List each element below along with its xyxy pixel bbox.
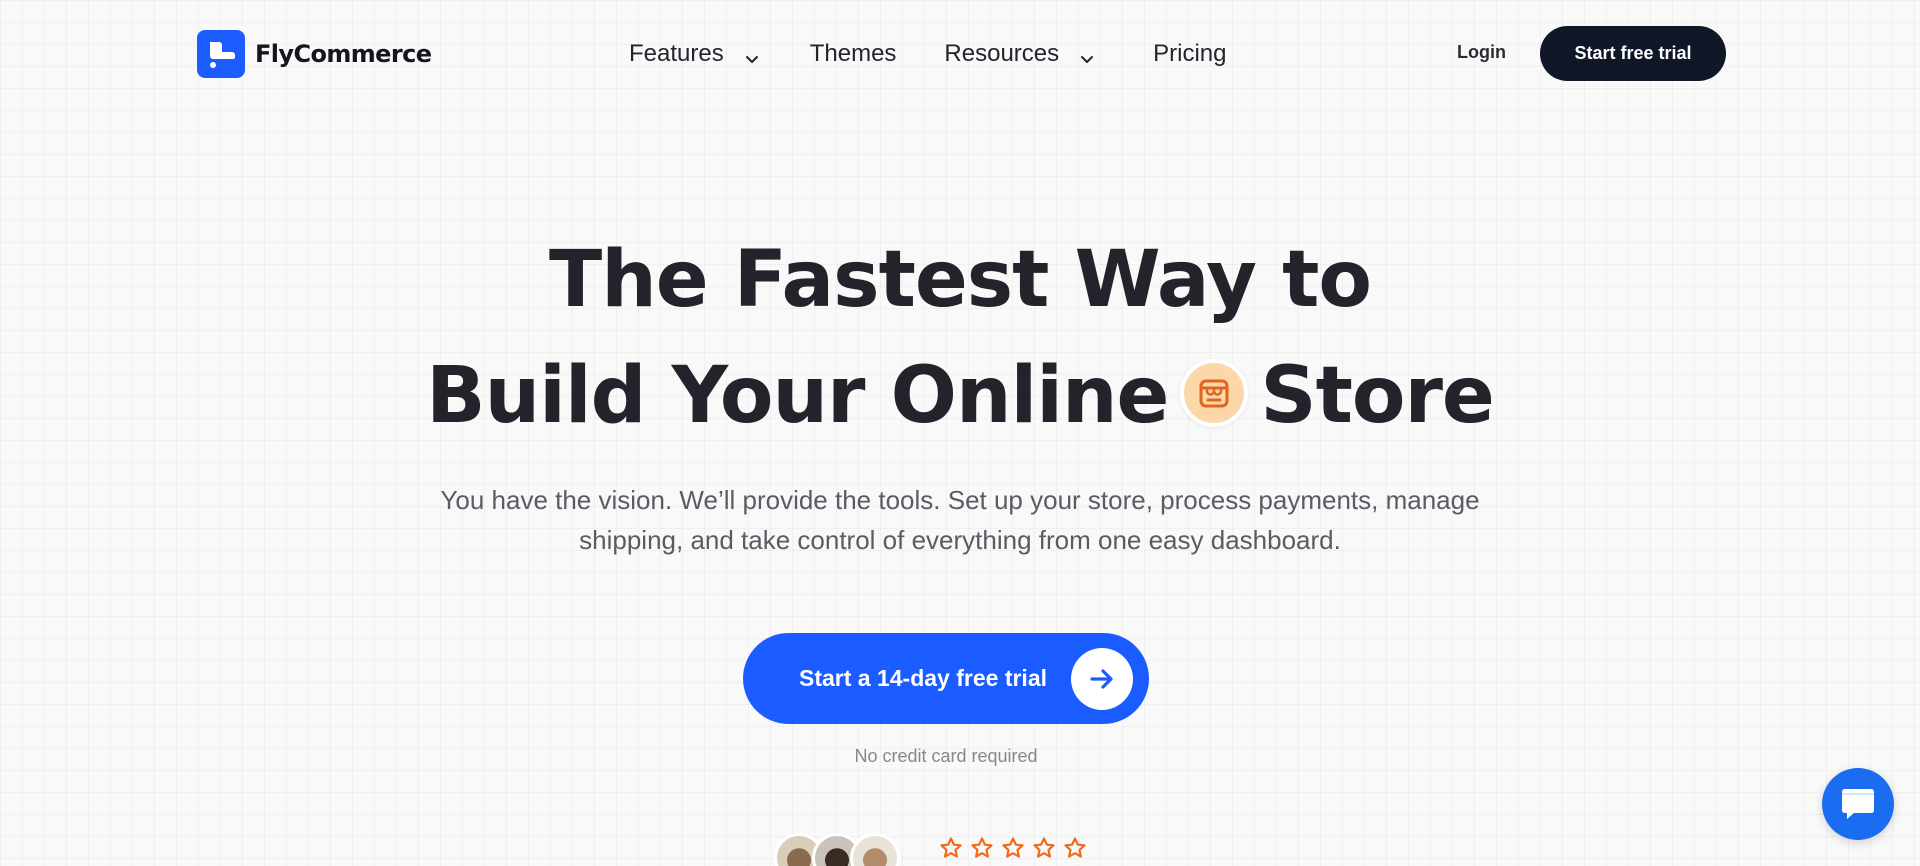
top-navigation: FlyCommerce Features Themes Resources Pr… [0,0,1920,108]
chat-bubble-icon [1842,789,1874,819]
rating-stars [939,836,1087,860]
brand-logo[interactable]: FlyCommerce [197,29,432,78]
flycommerce-logo-icon [197,29,245,78]
customer-avatar-3 [850,833,900,866]
login-link[interactable]: Login [1457,42,1506,63]
nav-item-label: Themes [809,40,897,67]
chevron-down-icon [1079,46,1095,63]
start-free-trial-button[interactable]: Start free trial [1540,26,1726,81]
hero-title-part: Build Your Online [426,351,1169,441]
hero-title-part: Store [1260,351,1494,441]
button-label: Start free trial [1574,43,1692,63]
chat-widget-button[interactable] [1822,768,1894,840]
nav-item-label: Resources [944,40,1060,67]
nav-item-pricing[interactable]: Pricing [1153,34,1226,74]
hero-title-line-1: The Fastest Way to [549,235,1372,325]
nav-item-resources[interactable]: Resources [944,34,1095,74]
hero-title: The Fastest Way to Build Your Online Sto… [0,222,1920,454]
star-icon [971,837,993,858]
storefront-icon [1180,358,1249,427]
button-label: Start a 14-day free trial [799,665,1048,691]
brand-name: FlyCommerce [255,39,432,68]
no-credit-card-note: No credit card required [854,746,1038,766]
star-icon [1033,837,1055,858]
nav-item-themes[interactable]: Themes [810,34,897,74]
nav-item-features[interactable]: Features [629,34,760,74]
nav-item-label: Pricing [1153,40,1227,67]
star-icon [940,837,962,858]
hero-title-line-2: Build Your Online Store [0,338,1920,454]
hero-subtitle: You have the vision. We’ll provide the t… [440,485,1480,555]
nav-item-label: Features [629,40,724,67]
main-menu: Features Themes Resources Pricing [629,34,1227,74]
start-14-day-trial-button[interactable]: Start a 14-day free trial [743,633,1149,724]
star-icon [1002,837,1024,858]
chevron-down-icon [744,46,760,63]
arrow-right-icon [1071,648,1133,710]
star-icon [1064,837,1086,858]
